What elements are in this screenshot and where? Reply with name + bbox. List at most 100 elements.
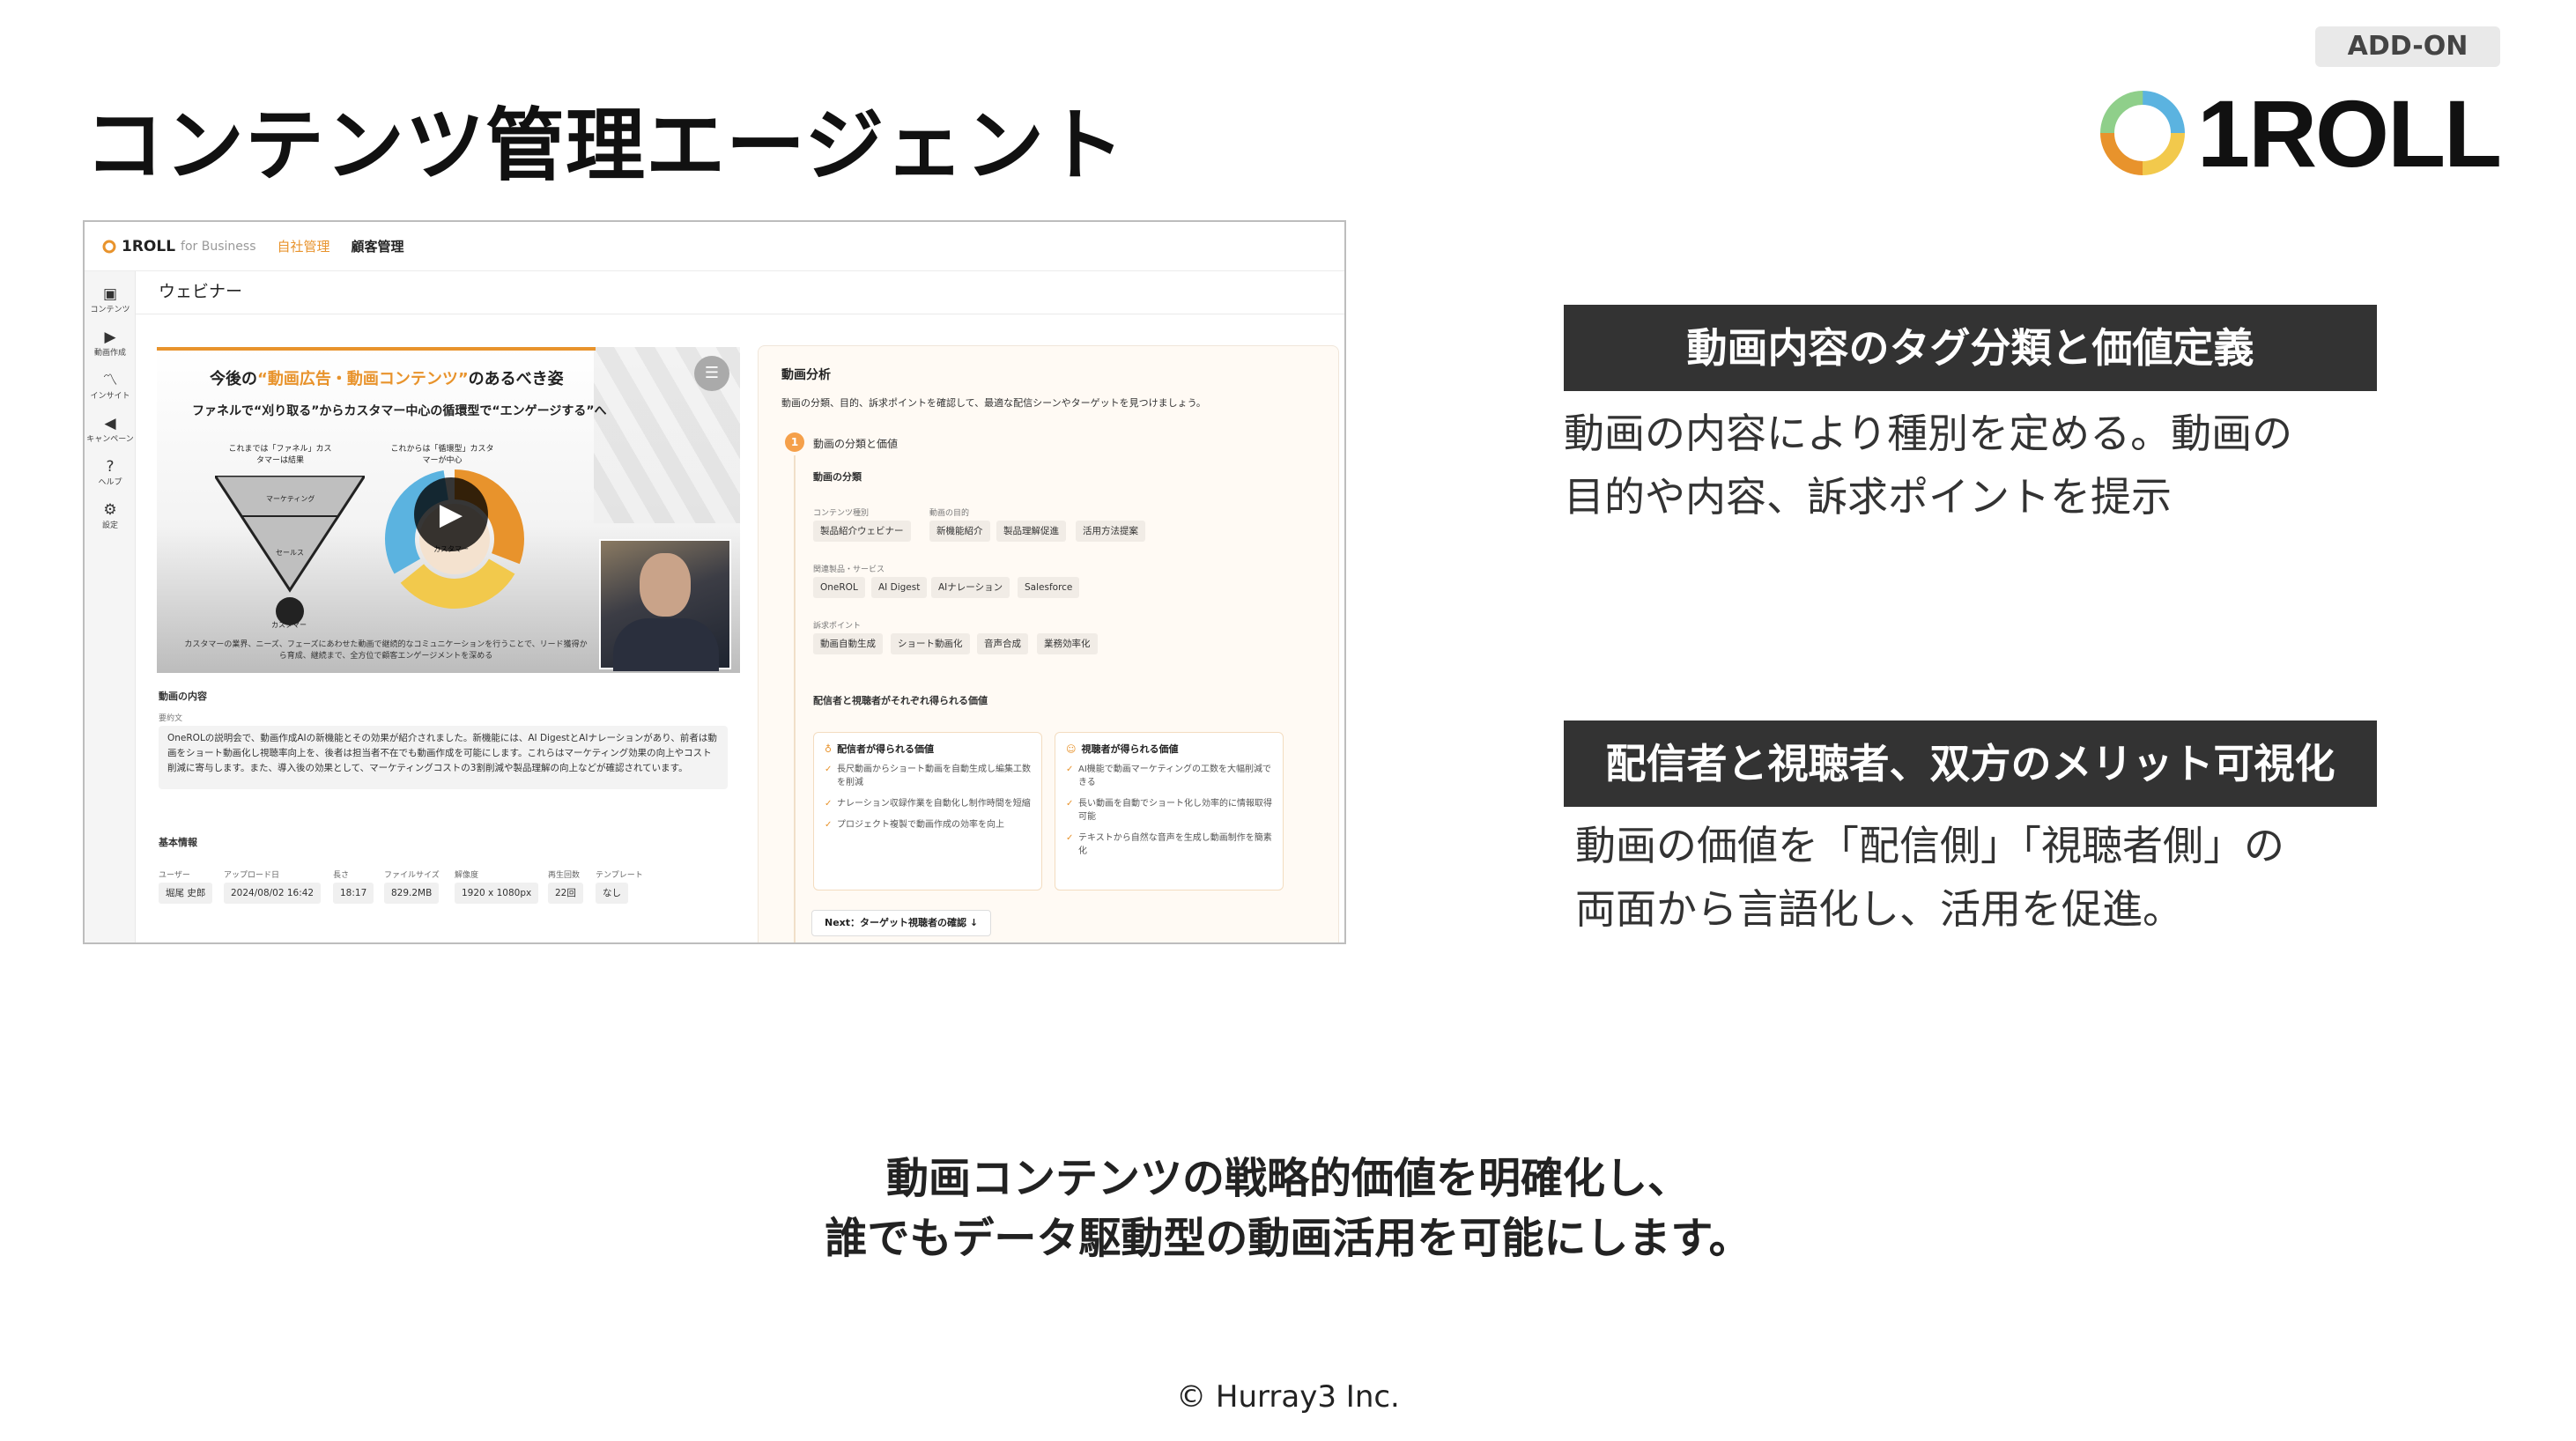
feature-desc-merits: 動画の価値を「配信側」「視聴者側」の 両面から言語化し、活用を促進。 [1575,814,2284,941]
video-title-pre: 今後の [210,370,257,388]
tag-chip: OneROL [813,577,865,598]
sender-value-item: ✓ プロジェクト複製で動画作成の効率を向上 [825,818,1031,831]
funnel-customer: カスタマー [271,621,307,629]
video-title-highlight: “動画広告・動画コンテンツ” [257,370,469,388]
viewer-value-heading: ☺ 視聴者が得られる価値 [1066,742,1272,756]
tag-chip: 製品理解促進 [996,521,1066,542]
tag-chip: AI Digest [871,577,928,598]
info-value-user: 堀尾 史郎 [159,883,213,904]
closing-line: 誰でもデータ駆動型の動画活用を可能にします。 [825,1214,1751,1263]
summary-text: OneROLの説明会で、動画作成AIの新機能とその効果が紹介されました。新機能に… [159,726,728,789]
info-value-upload-date: 2024/08/02 16:42 [224,883,322,904]
sidebar-item-content[interactable]: ▣ コンテンツ [85,285,136,314]
tag-chip: 動画自動生成 [813,633,883,654]
classification-title: 動画の分類 [813,471,862,483]
feature-desc-tagging: 動画の内容により種別を定める。動画の 目的や内容、訴求ポイントを提示 [1564,402,2292,528]
viewer-value-card: ☺ 視聴者が得られる価値 ✓ AI機能で動画マーケティングの工数を大幅削減できる ✓… [1055,732,1284,890]
step-number-badge: 1 [785,432,804,452]
feature-desc-line: 目的や内容、訴求ポイントを提示 [1564,473,2172,521]
purpose-label: 動画の目的 [929,509,970,518]
page-title: コンテンツ管理エージェント [85,100,1126,192]
sidebar-label: インサイト [90,392,130,401]
info-label-resolution: 解像度 [455,871,479,880]
appeal-label: 訴求ポイント [813,622,862,631]
closing-statement: 動画コンテンツの戦略的価値を明確化し、 誰でもデータ駆動型の動画活用を可能にしま… [0,1149,2576,1268]
sidebar-label: コンテンツ [90,306,130,314]
video-player[interactable]: 今後の“動画広告・動画コンテンツ”のあるべき姿 ファネルで“刈り取る”からカスタ… [157,347,740,673]
tag-chip: 業務効率化 [1037,633,1098,654]
step-line [794,455,796,942]
funnel-sales: セールス [276,549,304,557]
copyright: © Hurray3 Inc. [1176,1379,1400,1415]
app-brand[interactable]: 1ROLL [122,238,175,255]
check-icon: ✓ [825,765,833,774]
sender-value-card: ♁ 配信者が得られる価値 ✓ 長尺動画からショート動画を自動生成し編集工数を削減 ✓… [813,732,1042,890]
viewer-value-title: 視聴者が得られる価値 [1081,743,1179,755]
info-value-template: なし [596,883,628,904]
speaker-body [613,618,719,671]
settings-icon: ⚙ [103,501,117,519]
addon-badge: ADD-ON [2315,26,2500,67]
next-target-button[interactable]: Next：ターゲット視聴者の確認 ↓ [811,910,992,936]
tag-chip: Salesforce [1018,577,1080,598]
value-item-text: 長い動画を自動でショート化し効率的に情報取得可能 [1078,799,1272,822]
video-create-icon: ▶ [104,329,116,346]
logo-mark-icon [2100,91,2185,175]
value-item-text: テキストから自然な音声を生成し動画制作を簡素化 [1078,833,1272,856]
video-menu-icon[interactable]: ☰ [694,356,729,391]
tag-chip: 新機能紹介 [929,521,990,542]
viewer-value-item: ✓ 長い動画を自動でショート化し効率的に情報取得可能 [1066,797,1272,824]
info-value-resolution: 1920 x 1080px [455,883,539,904]
nav-client-management[interactable]: 顧客管理 [352,237,404,255]
info-label-filesize: ファイルサイズ [384,871,440,880]
value-item-text: ナレーション収録作業を自動化し制作時間を短縮 [837,799,1031,809]
sidebar-item-insight[interactable]: 〽インサイト [85,372,136,401]
value-item-text: プロジェクト複製で動画作成の効率を向上 [837,820,1004,830]
feature-heading-merits: 配信者と視聴者、双方のメリット可視化 [1564,720,2377,807]
sender-value-title: 配信者が得られる価値 [837,743,935,755]
app-sidebar: ▣ コンテンツ ▶ 動画作成 〽インサイト ◀ キャンペーン ? ヘルプ ⚙ 設定 [85,271,136,942]
content-section-title: 動画の内容 [159,691,207,702]
play-button[interactable]: ▶ [414,477,488,551]
sidebar-label: 設定 [101,521,118,530]
analysis-description: 動画の分類、目的、訴求ポイントを確認して、最適な配信シーンやターゲットを見つけま… [781,397,1206,409]
info-label-user: ユーザー [159,871,190,880]
summary-label: 要約文 [159,714,183,723]
tag-chip: AIナレーション [931,577,1010,598]
nav-own-management[interactable]: 自社管理 [277,237,329,255]
info-label-length: 長さ [333,871,350,880]
smile-icon: ☺ [1066,743,1077,755]
lightbulb-icon: ♁ [825,743,833,755]
sidebar-item-video-create[interactable]: ▶ 動画作成 [85,329,136,358]
speaker-thumbnail [599,539,731,671]
info-value-plays: 22回 [548,883,583,904]
tag-chip: ショート動画化 [891,633,970,654]
value-title: 配信者と視聴者がそれぞれ得られる価値 [813,695,988,706]
related-label: 関連製品・サービス [813,565,885,574]
video-slide-subtitle: ファネルで“刈り取る”からカスタマー中心の循環型で“エンゲージする”へ [192,404,607,418]
funnel-marketing: マーケティング [266,495,315,503]
sidebar-item-help[interactable]: ? ヘルプ [85,458,136,487]
tag-chip: 製品紹介ウェビナー [813,521,911,542]
sender-value-heading: ♁ 配信者が得られる価値 [825,742,1031,756]
check-icon: ✓ [1066,765,1074,774]
value-item-text: AI機能で動画マーケティングの工数を大幅削減できる [1078,765,1271,787]
check-icon: ✓ [825,799,833,809]
help-icon: ? [106,458,115,476]
logo-text: 1ROLL [2197,79,2502,187]
video-progress-bar[interactable] [157,347,596,351]
funnel-label: これまでは「ファネル」カスタマーは結果 [228,445,332,465]
check-icon: ✓ [1066,799,1074,809]
viewer-value-item: ✓ テキストから自然な音声を生成し動画制作を簡素化 [1066,831,1272,858]
step-title: 動画の分類と価値 [813,438,899,450]
content-type-label: コンテンツ種別 [813,509,870,518]
sidebar-item-settings[interactable]: ⚙ 設定 [85,501,136,530]
analysis-title: 動画分析 [781,368,831,382]
tag-chip: 音声合成 [977,633,1028,654]
sidebar-item-campaign[interactable]: ◀ キャンペーン [85,415,136,444]
sidebar-label: キャンペーン [86,435,134,444]
value-item-text: 長尺動画からショート動画を自動生成し編集工数を削減 [837,765,1031,787]
viewer-value-item: ✓ AI機能で動画マーケティングの工数を大幅削減できる [1066,763,1272,789]
sender-value-item: ✓ ナレーション収録作業を自動化し制作時間を短縮 [825,797,1031,810]
video-slide-title: 今後の“動画広告・動画コンテンツ”のあるべき姿 [210,366,564,389]
